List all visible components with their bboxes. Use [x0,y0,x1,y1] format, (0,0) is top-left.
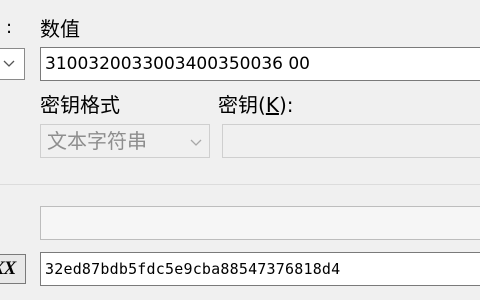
value-label: 数值 [40,17,80,41]
hash-output-field[interactable]: 32ed87bdb5fdc5e9cba88547376818d4 [40,252,480,286]
key-label-suffix: ): [278,93,294,117]
section-divider [0,184,480,185]
left-dropdown[interactable] [0,48,25,80]
key-format-selected: 文本字符串 [47,129,147,153]
key-format-select[interactable]: 文本字符串 [40,124,210,158]
output-field-blank[interactable] [40,206,480,240]
xx-icon-glyph: XX [0,258,16,279]
key-input[interactable] [222,124,480,158]
value-input[interactable]: 3100320033003400350036 00 [40,47,480,81]
chevron-down-icon [190,139,202,146]
key-label: 密钥(K): [218,92,293,118]
toolbar-xx-icon[interactable]: XX [0,254,26,284]
chevron-down-icon [3,60,15,67]
key-label-mnemonic: K [265,93,279,117]
key-format-label: 密钥格式 [40,93,120,117]
key-label-prefix: 密钥( [218,93,266,117]
left-label-colon: : [6,17,13,38]
